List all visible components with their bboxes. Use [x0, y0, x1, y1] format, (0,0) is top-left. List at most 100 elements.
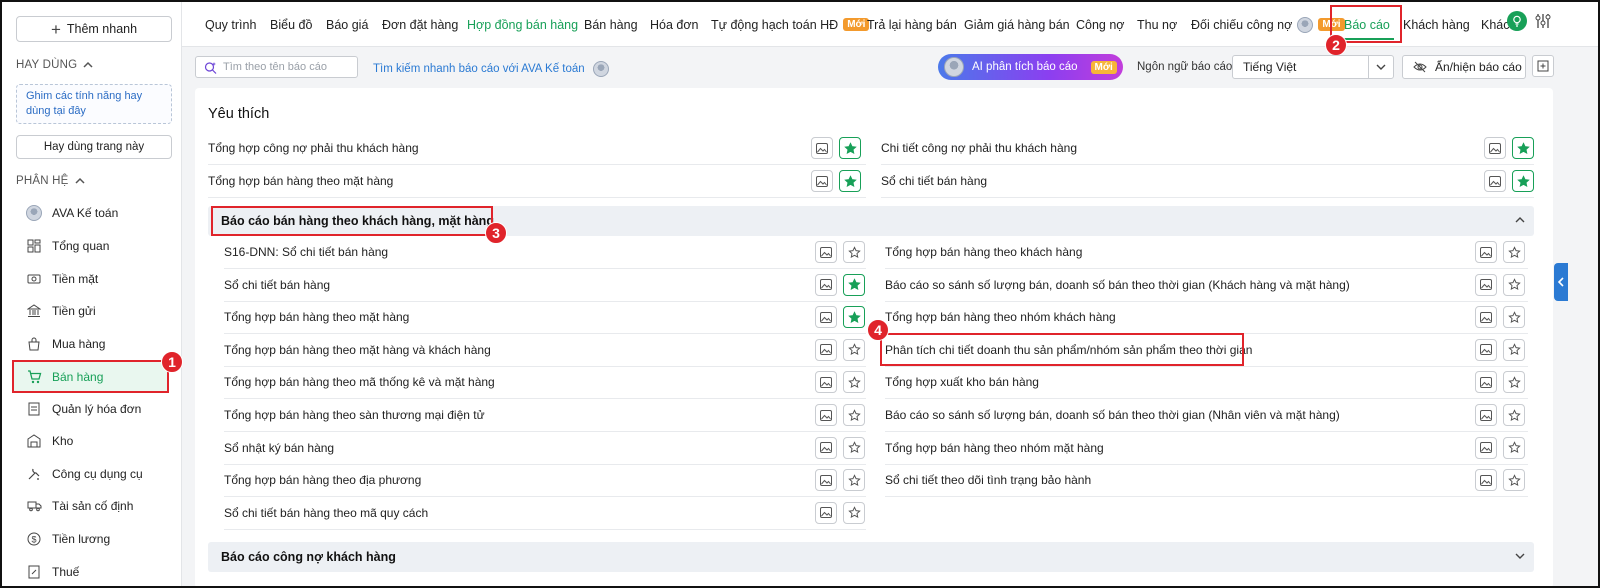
report-row[interactable]: Báo cáo so sánh số lượng bán, doanh số b…	[885, 399, 1528, 432]
report-row[interactable]: Sổ chi tiết theo dõi tình trạng bảo hành	[885, 464, 1528, 498]
image-preview-icon[interactable]	[1475, 469, 1497, 492]
image-preview-icon[interactable]	[815, 436, 837, 459]
tab-customers[interactable]: Khách hàng	[1403, 2, 1470, 47]
report-name[interactable]: Sổ chi tiết bán hàng	[224, 278, 330, 292]
lightbulb-icon[interactable]	[1507, 11, 1527, 31]
use-this-page-button[interactable]: Hay dùng trang này	[16, 135, 172, 159]
report-name[interactable]: Tổng hợp bán hàng theo khách hàng	[885, 245, 1082, 259]
report-name[interactable]: Tổng hợp bán hàng theo mã thống kê và mặ…	[224, 375, 495, 389]
star-icon[interactable]	[1503, 436, 1525, 459]
sidebar-item-invoice[interactable]: Quản lý hóa đơn	[14, 394, 170, 424]
report-name[interactable]: Báo cáo so sánh số lượng bán, doanh số b…	[885, 278, 1350, 292]
report-row[interactable]: Sổ chi tiết bán hàng	[224, 269, 866, 302]
star-filled-icon[interactable]	[843, 273, 865, 296]
image-preview-icon[interactable]	[1475, 371, 1497, 394]
report-row[interactable]: Tổng hợp bán hàng theo mặt hàng	[208, 165, 866, 198]
modules-section-toggle[interactable]: PHÂN HỆ	[16, 175, 85, 187]
report-name[interactable]: Tổng hợp bán hàng theo nhóm khách hàng	[885, 310, 1116, 324]
image-preview-icon[interactable]	[815, 371, 837, 394]
tab-debt-reconciliation[interactable]: Đối chiếu công nợ Mới	[1191, 2, 1345, 47]
star-icon[interactable]	[843, 404, 865, 426]
star-filled-icon[interactable]	[843, 306, 865, 329]
star-filled-icon[interactable]	[839, 137, 861, 159]
report-row[interactable]: Tổng hợp công nợ phải thu khách hàng	[208, 132, 866, 165]
report-row[interactable]: Tổng hợp bán hàng theo mã thống kê và mặ…	[224, 366, 866, 400]
sidebar-item-cash[interactable]: Tiền mặt	[14, 264, 170, 294]
image-preview-icon[interactable]	[1475, 306, 1497, 329]
report-row[interactable]: Sổ nhật ký bán hàng	[224, 432, 866, 465]
report-row[interactable]: Sổ chi tiết bán hàng theo mã quy cách	[224, 497, 866, 530]
report-row[interactable]: Tổng hợp bán hàng theo khách hàng	[885, 236, 1528, 269]
report-row[interactable]: Tổng hợp xuất kho bán hàng	[885, 366, 1528, 400]
sidebar-item-salary[interactable]: $ Tiền lương	[14, 524, 170, 554]
report-row[interactable]: Tổng hợp bán hàng theo mặt hàng và khách…	[224, 334, 866, 367]
add-report-button[interactable]	[1532, 55, 1554, 77]
image-preview-icon[interactable]	[1475, 273, 1497, 296]
report-name[interactable]: Tổng hợp bán hàng theo nhóm mặt hàng	[885, 441, 1104, 455]
sidebar-item-purchase[interactable]: Mua hàng	[14, 329, 170, 359]
report-name[interactable]: Tổng hợp bán hàng theo mặt hàng và khách…	[224, 343, 491, 357]
image-preview-icon[interactable]	[815, 241, 837, 263]
report-row[interactable]: Chi tiết công nợ phải thu khách hàng	[881, 132, 1534, 165]
image-preview-icon[interactable]	[815, 469, 837, 492]
star-icon[interactable]	[843, 371, 865, 394]
report-search-input[interactable]: Tìm theo tên báo cáo	[195, 56, 358, 78]
report-name[interactable]: Sổ chi tiết bán hàng	[881, 174, 987, 188]
sidebar-item-deposit[interactable]: Tiền gửi	[14, 296, 170, 326]
star-icon[interactable]	[1503, 404, 1525, 426]
collapse-panel-tab[interactable]	[1554, 263, 1568, 301]
report-row[interactable]: Sổ chi tiết bán hàng	[881, 165, 1534, 198]
report-row[interactable]: Tổng hợp bán hàng theo nhóm mặt hàng	[885, 432, 1528, 465]
report-row[interactable]: Tổng hợp bán hàng theo sàn thương mại đi…	[224, 399, 866, 432]
report-name[interactable]: Tổng hợp công nợ phải thu khách hàng	[208, 141, 419, 155]
star-icon[interactable]	[1503, 371, 1525, 394]
report-row[interactable]: S16-DNN: Sổ chi tiết bán hàng	[224, 236, 866, 269]
tab-auto-accounting[interactable]: Tự động hạch toán HĐ Mới	[711, 2, 870, 47]
tab-sales-returns[interactable]: Trả lại hàng bán	[867, 2, 957, 47]
report-name[interactable]: Sổ chi tiết theo dõi tình trạng bảo hành	[885, 473, 1091, 487]
report-name[interactable]: Báo cáo so sánh số lượng bán, doanh số b…	[885, 408, 1340, 422]
report-language-select[interactable]: Tiếng Việt	[1232, 55, 1394, 79]
tab-process[interactable]: Quy trình	[205, 2, 256, 47]
image-preview-icon[interactable]	[1484, 170, 1506, 192]
star-icon[interactable]	[1503, 338, 1525, 361]
image-preview-icon[interactable]	[815, 273, 837, 296]
star-icon[interactable]	[1503, 273, 1525, 296]
report-name[interactable]: Tổng hợp bán hàng theo địa phương	[224, 473, 421, 487]
tab-invoices[interactable]: Hóa đơn	[650, 2, 699, 47]
report-name[interactable]: Tổng hợp bán hàng theo mặt hàng	[224, 310, 409, 324]
report-name[interactable]: Chi tiết công nợ phải thu khách hàng	[881, 141, 1077, 155]
report-row[interactable]: Tổng hợp bán hàng theo mặt hàng	[224, 301, 866, 335]
star-filled-icon[interactable]	[1512, 170, 1534, 192]
image-preview-icon[interactable]	[815, 501, 837, 524]
tab-sales-contracts[interactable]: Hợp đồng bán hàng	[467, 2, 578, 47]
star-icon[interactable]	[1503, 306, 1525, 329]
tab-sales-discounts[interactable]: Giảm giá hàng bán	[964, 2, 1070, 47]
image-preview-icon[interactable]	[1484, 137, 1506, 159]
star-icon[interactable]	[843, 469, 865, 492]
image-preview-icon[interactable]	[815, 404, 837, 426]
tab-receivables[interactable]: Công nợ	[1076, 2, 1125, 47]
report-row[interactable]: Tổng hợp bán hàng theo nhóm khách hàng	[885, 301, 1528, 335]
tab-debt-collection[interactable]: Thu nợ	[1137, 2, 1177, 47]
sidebar-item-tax[interactable]: Thuế	[14, 557, 170, 586]
star-icon[interactable]	[843, 436, 865, 459]
star-filled-icon[interactable]	[1512, 137, 1534, 159]
star-icon[interactable]	[843, 338, 865, 361]
star-icon[interactable]	[1503, 241, 1525, 263]
sidebar-item-ava[interactable]: AVA Kế toán	[14, 198, 170, 228]
frequent-section-toggle[interactable]: HAY DÙNG	[16, 59, 93, 71]
tab-orders[interactable]: Đơn đặt hàng	[382, 2, 458, 47]
image-preview-icon[interactable]	[1475, 338, 1497, 361]
group-header-receivables[interactable]: Báo cáo công nợ khách hàng	[208, 542, 1534, 572]
image-preview-icon[interactable]	[811, 137, 833, 159]
report-name[interactable]: Tổng hợp xuất kho bán hàng	[885, 375, 1039, 389]
tab-quotes[interactable]: Báo giá	[326, 2, 368, 47]
image-preview-icon[interactable]	[811, 170, 833, 192]
ava-quick-search-link[interactable]: Tìm kiếm nhanh báo cáo với AVA Kế toán	[373, 61, 609, 77]
tab-sales[interactable]: Bán hàng	[584, 2, 638, 47]
report-name[interactable]: S16-DNN: Sổ chi tiết bán hàng	[224, 245, 388, 259]
report-name[interactable]: Tổng hợp bán hàng theo sàn thương mại đi…	[224, 408, 485, 422]
image-preview-icon[interactable]	[815, 306, 837, 329]
star-icon[interactable]	[843, 241, 865, 263]
